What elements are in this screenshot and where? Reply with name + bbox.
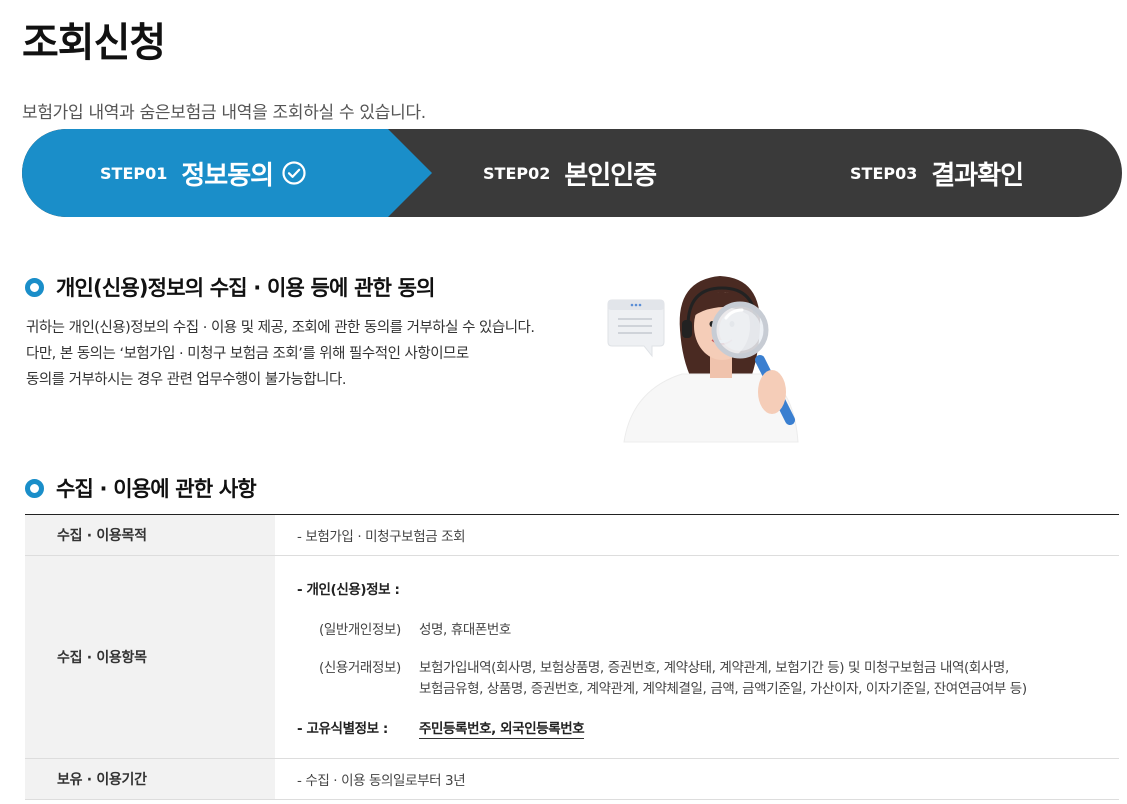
agent-magnifier-illustration bbox=[602, 270, 812, 454]
circle-bullet-icon bbox=[25, 478, 44, 498]
step-3-number: STEP03 bbox=[850, 163, 918, 183]
step-1-name: 정보동의 bbox=[181, 160, 274, 191]
page-description: 보험가입 내역과 숨은보험금 내역을 조회하실 수 있습니다. bbox=[22, 103, 426, 123]
check-circle-icon bbox=[281, 160, 307, 186]
credit-info-value-line-1: 보험가입내역(회사명, 보험상품명, 증권번호, 계약상태, 계약관계, 보험기… bbox=[419, 660, 1009, 676]
general-info-value: 성명, 휴대폰번호 bbox=[419, 622, 511, 638]
table-row: 보유 · 이용기간 - 수집 · 이용 동의일로부터 3년 bbox=[25, 758, 1119, 800]
usage-section-heading: 수집 · 이용에 관한 사항 bbox=[25, 473, 257, 503]
personal-info-title: - 개인(신용)정보 : bbox=[297, 582, 400, 598]
consent-line-2: 다만, 본 동의는 ‘보험가입 · 미청구 보험금 조회’를 위해 필수적인 사… bbox=[26, 346, 469, 362]
purpose-label: 수집 · 이용목적 bbox=[25, 514, 275, 556]
chat-bubble-icon bbox=[607, 299, 665, 358]
page-title: 조회신청 bbox=[22, 20, 166, 66]
step-2: STEP02 본인인증 bbox=[483, 129, 657, 217]
consent-heading-text: 개인(신용)정보의 수집 · 이용 등에 관한 동의 bbox=[56, 276, 435, 300]
table-row: 수집 · 이용항목 - 개인(신용)정보 : (일반개인정보) 성명, 휴대폰번… bbox=[25, 555, 1119, 759]
usage-heading-text: 수집 · 이용에 관한 사항 bbox=[56, 477, 257, 501]
step-2-name: 본인인증 bbox=[564, 160, 657, 191]
circle-bullet-icon bbox=[25, 277, 44, 297]
step-2-number: STEP02 bbox=[483, 163, 551, 183]
items-label: 수집 · 이용항목 bbox=[25, 555, 275, 759]
general-info-label: (일반개인정보) bbox=[319, 622, 401, 638]
usage-info-table: 수집 · 이용목적 - 보험가입 · 미청구보험금 조회 수집 · 이용항목 -… bbox=[25, 514, 1119, 800]
purpose-value: - 보험가입 · 미청구보험금 조회 bbox=[275, 514, 1119, 556]
step-3-name: 결과확인 bbox=[931, 160, 1024, 191]
table-row: 수집 · 이용목적 - 보험가입 · 미청구보험금 조회 bbox=[25, 514, 1119, 556]
credit-info-value-line-2: 보험금유형, 상품명, 증권번호, 계약관계, 계약체결일, 금액, 금액기준일… bbox=[419, 681, 1027, 697]
items-cell: - 개인(신용)정보 : (일반개인정보) 성명, 휴대폰번호 (신용거래정보)… bbox=[275, 555, 1119, 759]
step-1: STEP01 정보동의 bbox=[100, 129, 307, 217]
consent-line-3: 동의를 거부하시는 경우 관련 업무수행이 불가능합니다. bbox=[26, 372, 346, 388]
consent-section-heading: 개인(신용)정보의 수집 · 이용 등에 관한 동의 bbox=[25, 272, 435, 302]
consent-description: 귀하는 개인(신용)정보의 수집 · 이용 및 제공, 조회에 관한 동의를 거… bbox=[26, 315, 535, 393]
step-3: STEP03 결과확인 bbox=[850, 129, 1024, 217]
unique-id-value: 주민등록번호, 외국인등록번호 bbox=[419, 717, 585, 739]
step-progress-bar: STEP01 정보동의 STEP02 본인인증 STEP03 결과확인 bbox=[22, 129, 1122, 217]
retention-value: - 수집 · 이용 동의일로부터 3년 bbox=[275, 758, 1119, 800]
retention-label: 보유 · 이용기간 bbox=[25, 758, 275, 800]
unique-id-title: - 고유식별정보 : bbox=[297, 721, 388, 737]
credit-info-label: (신용거래정보) bbox=[319, 660, 401, 676]
step-1-number: STEP01 bbox=[100, 163, 168, 183]
consent-line-1: 귀하는 개인(신용)정보의 수집 · 이용 및 제공, 조회에 관한 동의를 거… bbox=[26, 320, 535, 336]
